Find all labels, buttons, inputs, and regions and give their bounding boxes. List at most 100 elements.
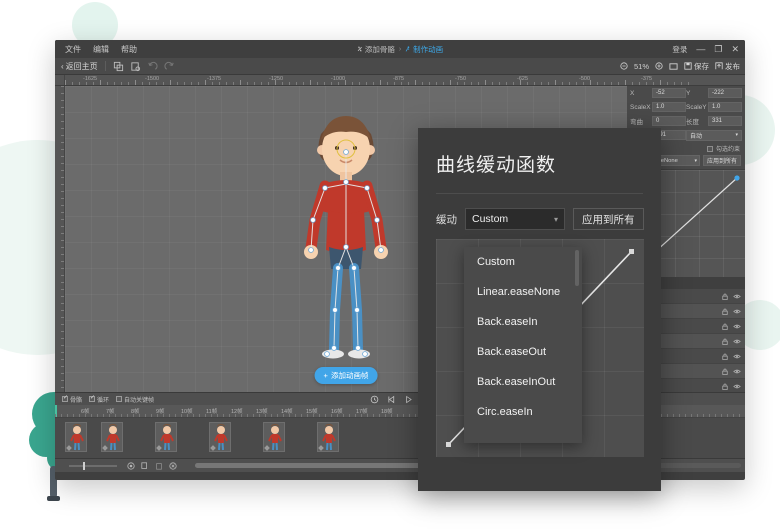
lock-icon[interactable] — [722, 308, 728, 315]
lock-icon[interactable] — [722, 383, 728, 390]
panel-apply-all-label: 应用到所有 — [707, 156, 737, 165]
eye-icon[interactable] — [733, 368, 741, 375]
menu-item-help[interactable]: 帮助 — [115, 44, 143, 55]
keyframe-thumbnail[interactable] — [209, 422, 231, 452]
save-button[interactable]: 保存 — [684, 61, 709, 72]
reset-icon[interactable] — [370, 395, 379, 404]
property-value[interactable]: 0 — [652, 116, 686, 126]
checkbox-box[interactable] — [89, 396, 95, 402]
eye-icon[interactable] — [733, 383, 741, 390]
publish-button[interactable]: 发布 — [715, 61, 740, 72]
keyframe-thumbnail[interactable] — [155, 422, 177, 452]
ruler-tick — [625, 80, 626, 85]
keyframe-thumbnail[interactable] — [263, 422, 285, 452]
property-value[interactable]: 1.0 — [652, 102, 686, 112]
bone-row-icons — [722, 353, 741, 360]
dropdown-option[interactable]: Custom — [464, 247, 582, 277]
canvas-ruler-vertical[interactable] — [55, 86, 65, 392]
eye-icon[interactable] — [733, 338, 741, 345]
checkbox-box[interactable] — [116, 396, 122, 402]
breadcrumb-separator: › — [399, 46, 401, 53]
property-label: Y — [686, 90, 706, 97]
easing-dropdown-list[interactable]: CustomLinear.easeNoneBack.easeInBack.eas… — [464, 247, 582, 443]
dropdown-option[interactable]: Back.easeOut — [464, 337, 582, 367]
dropdown-option[interactable]: Back.easeInOut — [464, 367, 582, 397]
slider-knob[interactable] — [83, 462, 85, 470]
redo-icon[interactable] — [164, 61, 175, 72]
ruler-tick — [219, 82, 220, 85]
add-animation-frame-button[interactable]: + 添加动画帧 — [315, 367, 378, 384]
ruler-label: -1250 — [269, 76, 283, 82]
ruler-tick — [261, 82, 262, 85]
eye-icon[interactable] — [733, 293, 741, 300]
timeline-checkbox[interactable]: 骨骼 — [62, 395, 82, 404]
property-value[interactable]: -222 — [708, 88, 742, 98]
ruler-tick — [100, 80, 101, 85]
paste-icon[interactable] — [130, 61, 141, 72]
dropdown-scrollbar[interactable] — [575, 250, 579, 286]
keyframe-thumbnail[interactable] — [317, 422, 339, 452]
horizontal-ruler[interactable]: -1625-1500-1375-1250-1000-875-750-625-50… — [65, 75, 745, 85]
frame-tick — [73, 414, 74, 417]
lock-icon[interactable] — [722, 293, 728, 300]
timeline-checkbox[interactable]: 循环 — [89, 395, 109, 404]
keyframe-thumbnail[interactable] — [101, 422, 123, 452]
eye-icon[interactable] — [733, 353, 741, 360]
copy-icon[interactable] — [113, 61, 124, 72]
lock-icon[interactable] — [722, 323, 728, 330]
curve-handle-end[interactable] — [629, 249, 634, 254]
paste-frame-icon[interactable] — [155, 462, 163, 470]
breadcrumb-step-animate[interactable]: 制作动画 — [405, 44, 443, 55]
delete-frame-icon[interactable] — [169, 462, 177, 470]
constraint-checkbox[interactable] — [707, 146, 713, 152]
ruler-tick — [65, 80, 66, 85]
copy-frame-icon[interactable] — [141, 462, 149, 470]
dropdown-option[interactable]: Back.easeIn — [464, 307, 582, 337]
zoom-in-icon[interactable] — [655, 62, 663, 70]
panel-apply-all-button[interactable]: 应用到所有 — [703, 155, 741, 166]
lock-icon[interactable] — [722, 338, 728, 345]
frame-tick — [397, 414, 398, 417]
frame-tick — [163, 414, 164, 417]
dropdown-option[interactable]: Circ.easeIn — [464, 397, 582, 427]
property-value[interactable]: 1.0 — [708, 102, 742, 112]
dialog-apply-all-button[interactable]: 应用到所有 — [573, 208, 644, 230]
lock-icon[interactable] — [722, 353, 728, 360]
zoom-slider[interactable] — [69, 465, 117, 467]
prev-frame-icon[interactable] — [387, 395, 396, 404]
checkbox-box[interactable] — [62, 396, 68, 402]
menu-item-edit[interactable]: 编辑 — [87, 44, 115, 55]
frame-tick — [271, 414, 272, 417]
lock-icon[interactable] — [722, 368, 728, 375]
dialog-ease-select[interactable]: Custom ▾ — [465, 208, 565, 230]
property-label: 弯曲 — [630, 116, 650, 126]
eye-icon[interactable] — [733, 308, 741, 315]
ruler-tick — [674, 82, 675, 85]
keyframe-thumbnail[interactable] — [65, 422, 87, 452]
ruler-tick — [380, 80, 381, 85]
publish-label: 发布 — [725, 61, 740, 72]
property-value[interactable]: 331 — [708, 116, 742, 126]
eye-icon[interactable] — [733, 323, 741, 330]
dropdown-option[interactable]: Linear.easeNone — [464, 277, 582, 307]
property-select[interactable]: 自动▾ — [686, 130, 742, 141]
breadcrumb-step-add-bone[interactable]: 添加骨骼 — [357, 44, 395, 55]
fit-screen-icon[interactable] — [669, 62, 678, 71]
minimize-icon[interactable]: — — [696, 45, 705, 54]
ruler-tick — [345, 80, 346, 85]
record-icon[interactable] — [127, 462, 135, 470]
login-button[interactable]: 登录 — [672, 44, 687, 55]
curve-handle-start[interactable] — [446, 442, 451, 447]
zoom-out-icon[interactable] — [620, 62, 628, 70]
character-rig[interactable] — [261, 92, 431, 382]
ruler-tick — [632, 82, 633, 85]
back-to-home-button[interactable]: ‹ 返回主页 — [61, 61, 98, 72]
play-icon[interactable] — [404, 395, 413, 404]
frame-tick — [289, 414, 290, 417]
timeline-checkbox[interactable]: 自动关键帧 — [116, 395, 154, 404]
property-value[interactable]: -52 — [652, 88, 686, 98]
undo-icon[interactable] — [147, 61, 158, 72]
maximize-icon[interactable]: ❐ — [714, 45, 722, 54]
menu-item-file[interactable]: 文件 — [59, 44, 87, 55]
close-icon[interactable]: ✕ — [731, 45, 739, 54]
